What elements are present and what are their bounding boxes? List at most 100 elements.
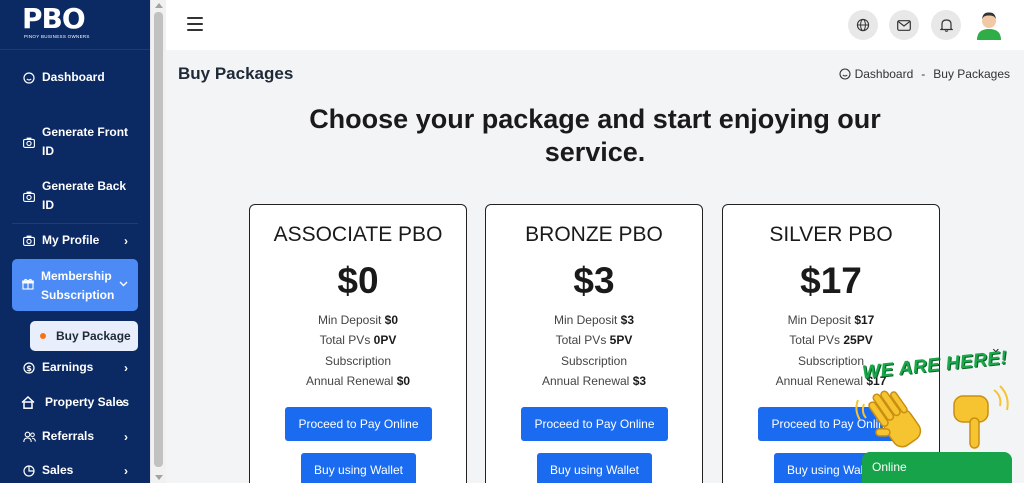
sidebar-item-earnings[interactable]: $ Earnings › xyxy=(0,358,150,377)
smile-icon xyxy=(22,71,36,85)
mail-icon[interactable] xyxy=(889,10,919,40)
sidebar-item-label: Generate Front ID xyxy=(42,123,128,161)
renewal-value: $0 xyxy=(396,374,411,388)
min-deposit-value: $0 xyxy=(384,313,399,327)
label-line-1: Generate Front xyxy=(42,125,129,139)
renewal-label: Annual Renewal xyxy=(775,374,864,388)
camera-icon xyxy=(22,189,36,203)
logo[interactable]: PBO PINOY BUSINESS OWNERS xyxy=(0,0,150,50)
annual-renewal: Annual Renewal $0 xyxy=(250,374,466,388)
sidebar-item-generate-back-id[interactable]: Generate Back ID xyxy=(0,177,150,215)
sidebar-item-sales[interactable]: Sales › xyxy=(0,461,150,480)
proceed-to-pay-online-button[interactable]: Proceed to Pay Online xyxy=(285,407,432,441)
min-deposit: Min Deposit $3 xyxy=(486,313,702,327)
chevron-right-icon: › xyxy=(124,463,128,478)
label-line-2: ID xyxy=(42,198,54,212)
package-price: $0 xyxy=(337,260,379,301)
label-line-2: ID xyxy=(42,144,54,158)
dollar-icon: $ xyxy=(22,361,36,375)
scroll-down-icon[interactable] xyxy=(155,475,163,480)
language-icon[interactable] xyxy=(848,10,878,40)
sidebar-item-label: My Profile xyxy=(42,233,100,247)
headline-line-1: Choose your package and start enjoying o… xyxy=(309,104,881,134)
headline-line-2: service. xyxy=(544,137,646,167)
sidebar-item-generate-front-id[interactable]: Generate Front ID xyxy=(0,123,150,161)
package-price: $17 xyxy=(800,260,862,301)
breadcrumb: Dashboard - Buy Packages xyxy=(839,67,1010,81)
breadcrumb-separator: - xyxy=(921,67,926,81)
subscription-text: Subscription xyxy=(324,354,392,368)
chat-online-button[interactable]: Online xyxy=(862,452,1012,483)
package-name: ASSOCIATE PBO xyxy=(273,223,443,246)
total-pvs-label: Total PVs xyxy=(555,333,607,347)
chevron-right-icon: › xyxy=(120,395,124,410)
users-icon xyxy=(22,430,36,444)
min-deposit-value: $3 xyxy=(620,313,635,327)
total-pvs: Total PVs 0PV xyxy=(250,333,466,347)
min-deposit-label: Min Deposit xyxy=(553,313,618,327)
package-price: $3 xyxy=(573,260,615,301)
package-card-associate: ASSOCIATE PBO $0 Min Deposit $0 Total PV… xyxy=(249,204,467,483)
min-deposit: Min Deposit $0 xyxy=(250,313,466,327)
sidebar-item-label: Membership Subscription xyxy=(41,267,114,305)
chevron-down-icon xyxy=(119,276,128,290)
buy-using-wallet-button[interactable]: Buy using Wallet xyxy=(301,453,416,483)
scroll-up-icon[interactable] xyxy=(155,3,163,8)
total-pvs-value: 25PV xyxy=(843,333,873,347)
min-deposit-value: $17 xyxy=(854,313,875,327)
breadcrumb-current: Buy Packages xyxy=(933,67,1010,81)
proceed-to-pay-online-button[interactable]: Proceed to Pay Online xyxy=(521,407,668,441)
gift-icon xyxy=(22,278,34,293)
sidebar-item-label: Property Sales xyxy=(45,395,130,409)
buy-using-wallet-button[interactable]: Buy using Wallet xyxy=(537,453,652,483)
package-card-bronze: BRONZE PBO $3 Min Deposit $3 Total PVs 5… xyxy=(485,204,703,483)
dot-icon xyxy=(40,333,46,339)
renewal-label: Annual Renewal xyxy=(541,374,630,388)
sidebar-item-buy-package[interactable]: Buy Package xyxy=(30,321,138,351)
bell-icon[interactable] xyxy=(931,10,961,40)
chevron-right-icon: › xyxy=(124,360,128,375)
breadcrumb-home[interactable]: Dashboard xyxy=(855,67,914,81)
renewal-value: $3 xyxy=(632,374,647,388)
camera-icon xyxy=(22,234,36,248)
svg-text:$: $ xyxy=(26,364,32,373)
chevron-right-icon: › xyxy=(124,429,128,444)
sidebar-item-label: Referrals xyxy=(42,429,95,443)
total-pvs: Total PVs 5PV xyxy=(486,333,702,347)
sidebar-item-label: Sales xyxy=(42,463,74,477)
user-avatar-icon[interactable] xyxy=(975,10,1003,40)
renewal-label: Annual Renewal xyxy=(305,374,394,388)
package-name: SILVER PBO xyxy=(769,223,893,246)
sidebar-scrollbar[interactable] xyxy=(150,0,166,483)
waving-hands-icon[interactable] xyxy=(852,382,1012,454)
label-line-1: Membership xyxy=(41,269,112,283)
sidebar-item-property-sales[interactable]: Property Sales › xyxy=(0,393,150,412)
min-deposit-label: Min Deposit xyxy=(317,313,382,327)
subscription-text: Subscription xyxy=(560,354,628,368)
sidebar-item-label: Earnings xyxy=(42,360,94,374)
smile-icon xyxy=(839,68,851,80)
scrollbar-thumb[interactable] xyxy=(154,12,163,467)
sidebar-item-membership-subscription[interactable]: Membership Subscription xyxy=(12,259,138,311)
menu-toggle-icon[interactable] xyxy=(187,17,203,31)
annual-renewal: Annual Renewal $3 xyxy=(486,374,702,388)
total-pvs-label: Total PVs xyxy=(789,333,840,347)
camera-icon xyxy=(22,135,36,149)
min-deposit-label: Min Deposit xyxy=(787,313,851,327)
sidebar-divider xyxy=(12,223,138,224)
sidebar-item-label: Generate Back ID xyxy=(42,177,126,215)
pie-chart-icon xyxy=(22,464,36,478)
logo-text: PBO xyxy=(22,2,86,35)
chevron-right-icon: › xyxy=(124,233,128,248)
home-icon xyxy=(21,396,35,410)
label-line-2: Subscription xyxy=(41,288,115,302)
total-pvs-value: 0PV xyxy=(373,333,397,347)
sidebar-item-dashboard[interactable]: Dashboard xyxy=(0,68,150,87)
total-pvs-label: Total PVs xyxy=(319,333,371,347)
sidebar-item-label: Dashboard xyxy=(42,70,105,84)
logo-subtitle: PINOY BUSINESS OWNERS xyxy=(24,34,90,39)
sidebar-item-referrals[interactable]: Referrals › xyxy=(0,427,150,446)
sidebar-item-my-profile[interactable]: My Profile › xyxy=(0,231,150,250)
packages-headline: Choose your package and start enjoying o… xyxy=(250,103,940,169)
min-deposit: Min Deposit $17 xyxy=(723,313,939,327)
